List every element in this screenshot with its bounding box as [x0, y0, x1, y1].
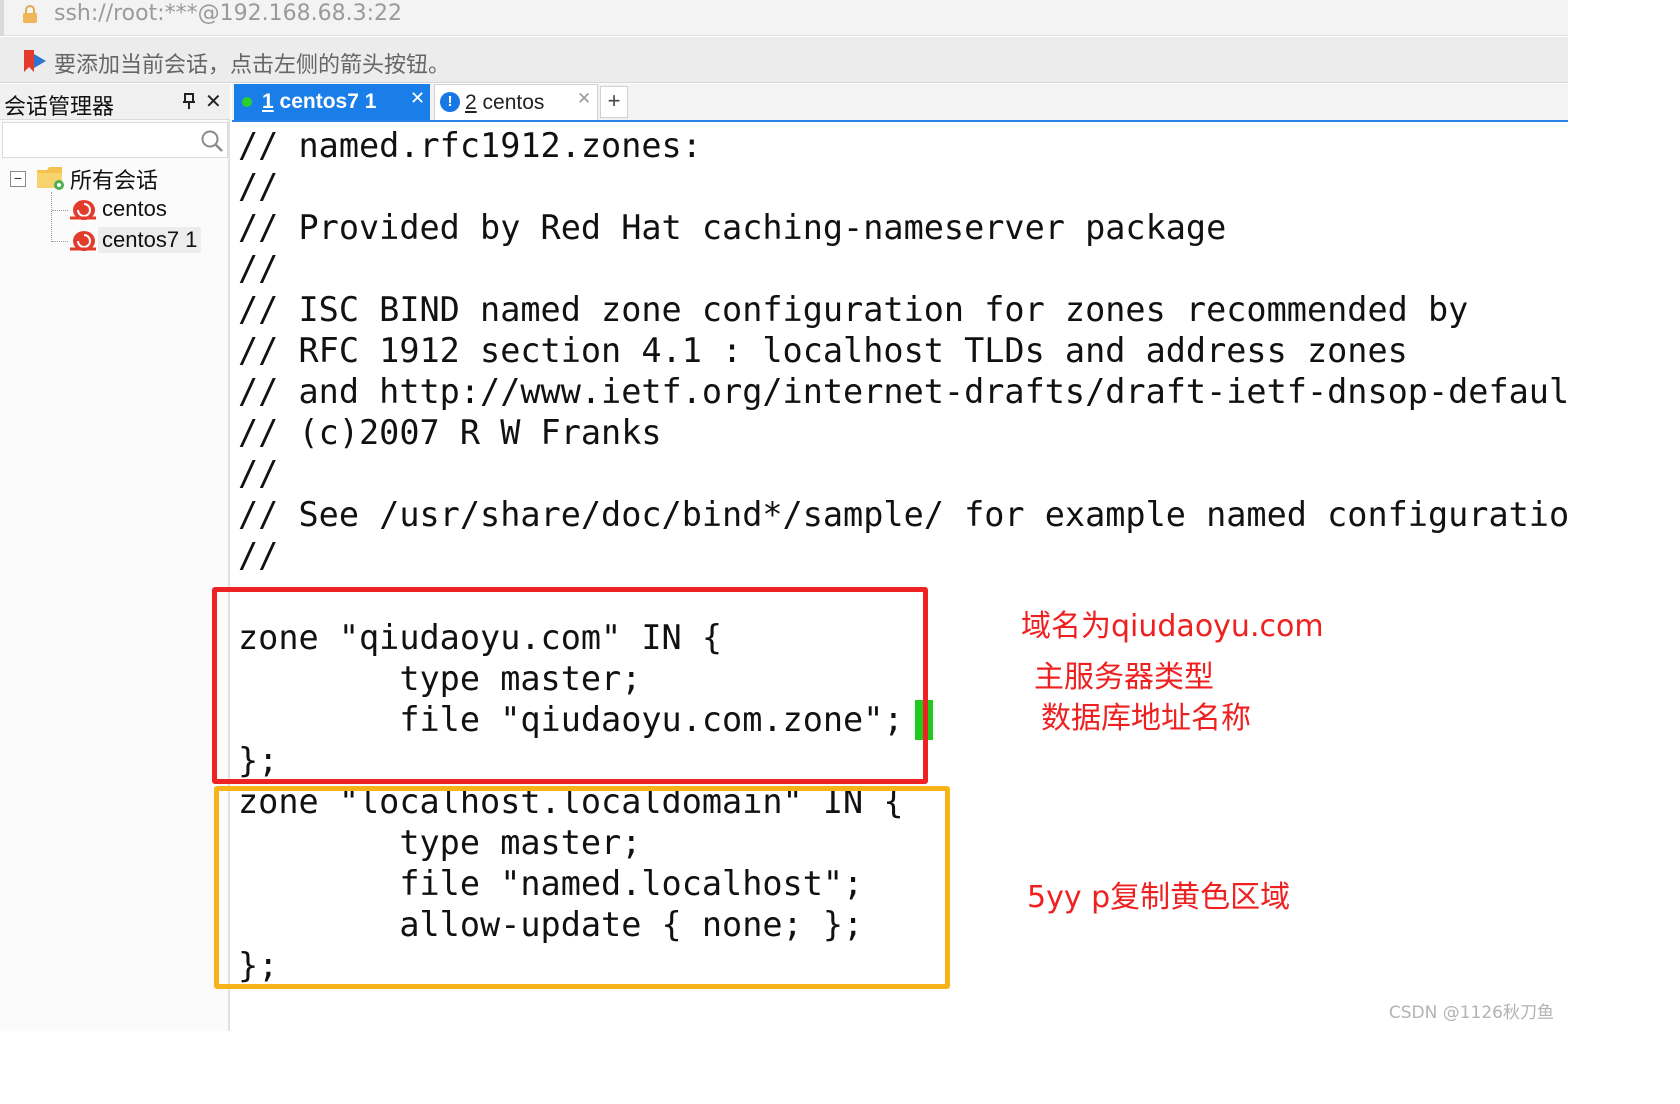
yellow-highlight-box [214, 786, 950, 989]
tree-connector [52, 210, 68, 211]
tab-bar: 1 centos7 1 ✕ ! 2 centos ✕ + [232, 84, 1568, 122]
add-session-arrow-icon[interactable] [22, 48, 48, 74]
file-annotation: 数据库地址名称 [1041, 701, 1251, 736]
tree-root-label[interactable]: 所有会话 [70, 163, 158, 195]
tab-centos[interactable]: ! 2 centos ✕ [434, 84, 598, 120]
info-status-icon: ! [440, 92, 460, 112]
session-manager-title: 会话管理器 [4, 95, 115, 120]
connected-status-icon [242, 97, 252, 107]
tab-label: 1 centos7 1 [262, 90, 377, 113]
lock-icon [23, 5, 37, 23]
terminal-line: // [238, 167, 279, 206]
tab-centos7-1[interactable]: 1 centos7 1 ✕ [234, 84, 430, 120]
close-tab-icon[interactable]: ✕ [577, 89, 591, 109]
copy-annotation: 5yy p复制黄色区域 [1027, 880, 1291, 915]
terminal-line: // (c)2007 R W Franks [238, 413, 662, 452]
session-snail-icon [70, 200, 96, 220]
session-snail-icon [70, 231, 96, 251]
collapse-toggle-icon[interactable]: − [10, 171, 26, 187]
tree-connector [52, 241, 68, 242]
terminal-line: // and http://www.ietf.org/internet-draf… [238, 372, 1568, 411]
terminal-line: // ISC BIND named zone configuration for… [238, 290, 1469, 329]
pin-icon[interactable] [180, 92, 198, 110]
session-search-input[interactable] [2, 122, 228, 158]
tab-label: 2 centos [465, 91, 545, 114]
tree-item-label: centos [102, 196, 167, 221]
terminal-line: // [238, 249, 279, 288]
address-text[interactable]: ssh://root:***@192.168.68.3:22 [54, 1, 402, 27]
tree-connector [51, 192, 52, 242]
hint-bar: 要添加当前会话，点击左侧的箭头按钮。 [0, 37, 1568, 83]
hint-text: 要添加当前会话，点击左侧的箭头按钮。 [54, 53, 451, 78]
terminal-line: // [238, 536, 279, 575]
terminal-line: // Provided by Red Hat caching-nameserve… [238, 208, 1227, 247]
type-annotation: 主服务器类型 [1034, 660, 1214, 695]
tree-item-label: centos7 1 [98, 227, 202, 253]
search-icon[interactable] [199, 128, 225, 154]
new-tab-button[interactable]: + [600, 86, 628, 118]
session-manager-header: 会话管理器 ✕ [0, 84, 230, 120]
terminal-line: // [238, 454, 279, 493]
terminal-line: // See /usr/share/doc/bind*/sample/ for … [238, 495, 1568, 534]
folder-icon [37, 167, 64, 190]
terminal-line: // RFC 1912 section 4.1 : localhost TLDs… [238, 331, 1408, 370]
window-edge [0, 0, 4, 36]
domain-annotation: 域名为qiudaoyu.com [1021, 609, 1324, 644]
close-panel-icon[interactable]: ✕ [205, 89, 222, 114]
terminal-line: // named.rfc1912.zones: [238, 126, 702, 165]
close-tab-icon[interactable]: ✕ [410, 88, 425, 109]
session-manager-panel: 会话管理器 ✕ − 所有会话 centos centos7 1 [0, 84, 230, 1031]
red-highlight-box [212, 587, 928, 784]
watermark: CSDN @1126秋刀鱼 [1388, 1003, 1554, 1023]
address-bar[interactable]: ssh://root:***@192.168.68.3:22 [0, 0, 1568, 36]
